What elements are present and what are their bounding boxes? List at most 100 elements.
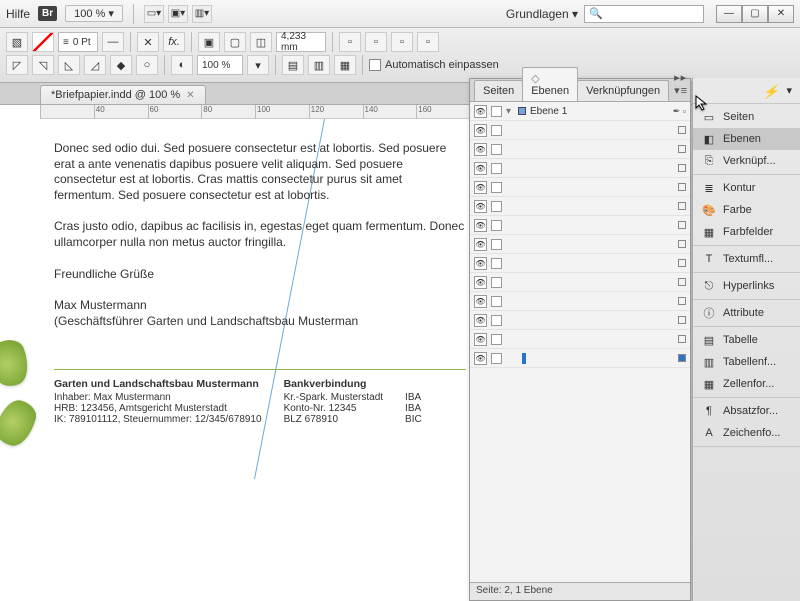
view-option-3[interactable]: ▥▾ (192, 5, 212, 23)
select-proxy-icon[interactable] (678, 126, 686, 134)
lock-box[interactable] (491, 201, 502, 212)
visibility-icon[interactable]: 👁 (474, 105, 487, 118)
dock-flyout-icon[interactable]: ▾ (786, 84, 792, 97)
close-tab-icon[interactable]: ✕ (186, 90, 194, 101)
layer-item[interactable]: 👁 (470, 159, 690, 178)
align-4-icon[interactable]: ▫ (417, 32, 439, 52)
layer-item[interactable]: 👁 (470, 273, 690, 292)
dock-item-absatzfor[interactable]: ¶Absatzfor... (693, 400, 800, 422)
corner-4-icon[interactable]: ◿ (84, 55, 106, 75)
search-input[interactable]: 🔍 (584, 5, 704, 23)
stroke-weight-field[interactable]: ≡0 Pt (58, 32, 98, 52)
layer-item[interactable]: 👁 (470, 254, 690, 273)
layer-item[interactable]: 👁 (470, 178, 690, 197)
corner-5-icon[interactable]: ◆ (110, 55, 132, 75)
layer-item[interactable]: 👁 (470, 311, 690, 330)
corner-1-icon[interactable]: ◸ (6, 55, 28, 75)
dock-item-kontur[interactable]: ≣Kontur (693, 177, 800, 199)
panel-tab-verknüpfungen[interactable]: Verknüpfungen (577, 80, 669, 101)
stroke-swatch[interactable] (32, 32, 54, 52)
lock-box[interactable] (491, 182, 502, 193)
view-option-2[interactable]: ▣▾ (168, 5, 188, 23)
close-button[interactable]: ✕ (768, 5, 794, 23)
dock-item-farbfelder[interactable]: ▦Farbfelder (693, 221, 800, 243)
layer-item[interactable]: 👁 (470, 140, 690, 159)
dock-item-farbe[interactable]: 🎨Farbe (693, 199, 800, 221)
layer-top[interactable]: 👁▾Ebene 1✒ ▫ (470, 102, 690, 121)
dock-item-tabelle[interactable]: ▤Tabelle (693, 329, 800, 351)
layer-item[interactable]: 👁 (470, 330, 690, 349)
select-proxy-icon[interactable] (678, 335, 686, 343)
lock-box[interactable] (491, 106, 502, 117)
lock-box[interactable] (491, 296, 502, 307)
panel-tab-seiten[interactable]: Seiten (474, 80, 523, 101)
lock-box[interactable] (491, 334, 502, 345)
blend-icon[interactable]: ▾ (247, 55, 269, 75)
select-proxy-icon[interactable] (678, 164, 686, 172)
visibility-icon[interactable]: 👁 (474, 257, 487, 270)
layer-item[interactable]: 👁 (470, 235, 690, 254)
fit-3-icon[interactable]: ◫ (250, 32, 272, 52)
layer-item[interactable]: 👁 (470, 349, 690, 368)
fit-1-icon[interactable]: ▣ (198, 32, 220, 52)
lock-box[interactable] (491, 144, 502, 155)
panel-tab-ebenen[interactable]: ◇ Ebenen (522, 67, 578, 101)
visibility-icon[interactable]: 👁 (474, 238, 487, 251)
layer-item[interactable]: 👁 (470, 121, 690, 140)
dock-item-attribute[interactable]: ⓘAttribute (693, 302, 800, 324)
stroke-style[interactable]: — (102, 32, 124, 52)
align-2-icon[interactable]: ▫ (365, 32, 387, 52)
visibility-icon[interactable]: 👁 (474, 200, 487, 213)
mm-field[interactable]: 4,233 mm (276, 32, 326, 52)
lock-box[interactable] (491, 258, 502, 269)
select-proxy-icon[interactable] (678, 297, 686, 305)
textwrap-3-icon[interactable]: ▦ (334, 55, 356, 75)
layer-item[interactable]: 👁 (470, 216, 690, 235)
corner-6-icon[interactable]: ○ (136, 55, 158, 75)
autofit-checkbox[interactable] (369, 59, 381, 71)
textwrap-2-icon[interactable]: ▥ (308, 55, 330, 75)
document-canvas[interactable]: 406080100120140160 Donec sed odio dui. S… (0, 105, 470, 601)
lightning-icon[interactable]: ⚡ (762, 84, 780, 98)
corner-2-icon[interactable]: ◹ (32, 55, 54, 75)
visibility-icon[interactable]: 👁 (474, 162, 487, 175)
workspace-switcher[interactable]: Grundlagen ▾ (506, 7, 578, 21)
select-proxy-icon[interactable] (678, 202, 686, 210)
dock-item-tabellenf[interactable]: ▥Tabellenf... (693, 351, 800, 373)
lock-box[interactable] (491, 277, 502, 288)
bridge-button[interactable]: Br (38, 6, 57, 21)
dock-item-verknpf[interactable]: ⎘Verknüpf... (693, 150, 800, 172)
visibility-icon[interactable]: 👁 (474, 352, 487, 365)
zoom-field[interactable]: 100 % ▾ (65, 5, 123, 22)
help-menu[interactable]: Hilfe (6, 7, 30, 21)
dock-item-zeichenfo[interactable]: AZeichenfo... (693, 422, 800, 444)
select-proxy-icon[interactable] (678, 316, 686, 324)
lock-box[interactable] (491, 125, 502, 136)
fill-swatch[interactable]: ▧ (6, 32, 28, 52)
select-proxy-icon[interactable] (678, 240, 686, 248)
fx-none-icon[interactable]: ✕ (137, 32, 159, 52)
visibility-icon[interactable]: 👁 (474, 124, 487, 137)
visibility-icon[interactable]: 👁 (474, 333, 487, 346)
visibility-icon[interactable]: 👁 (474, 295, 487, 308)
visibility-icon[interactable]: 👁 (474, 219, 487, 232)
dock-item-ebenen[interactable]: ◧Ebenen (693, 128, 800, 150)
lock-box[interactable] (491, 353, 502, 364)
select-proxy-icon[interactable] (678, 183, 686, 191)
layer-item[interactable]: 👁 (470, 197, 690, 216)
align-1-icon[interactable]: ▫ (339, 32, 361, 52)
visibility-icon[interactable]: 👁 (474, 181, 487, 194)
layer-item[interactable]: 👁 (470, 292, 690, 311)
textwrap-1-icon[interactable]: ▤ (282, 55, 304, 75)
lock-box[interactable] (491, 163, 502, 174)
select-proxy-icon[interactable] (678, 278, 686, 286)
corner-3-icon[interactable]: ◺ (58, 55, 80, 75)
minimize-button[interactable]: — (716, 5, 742, 23)
lock-box[interactable] (491, 220, 502, 231)
dock-item-hyperlinks[interactable]: ⎋Hyperlinks (693, 275, 800, 297)
select-proxy-icon[interactable] (678, 145, 686, 153)
document-tab[interactable]: *Briefpapier.indd @ 100 % ✕ (40, 85, 206, 104)
visibility-icon[interactable]: 👁 (474, 276, 487, 289)
view-option-1[interactable]: ▭▾ (144, 5, 164, 23)
lock-box[interactable] (491, 315, 502, 326)
